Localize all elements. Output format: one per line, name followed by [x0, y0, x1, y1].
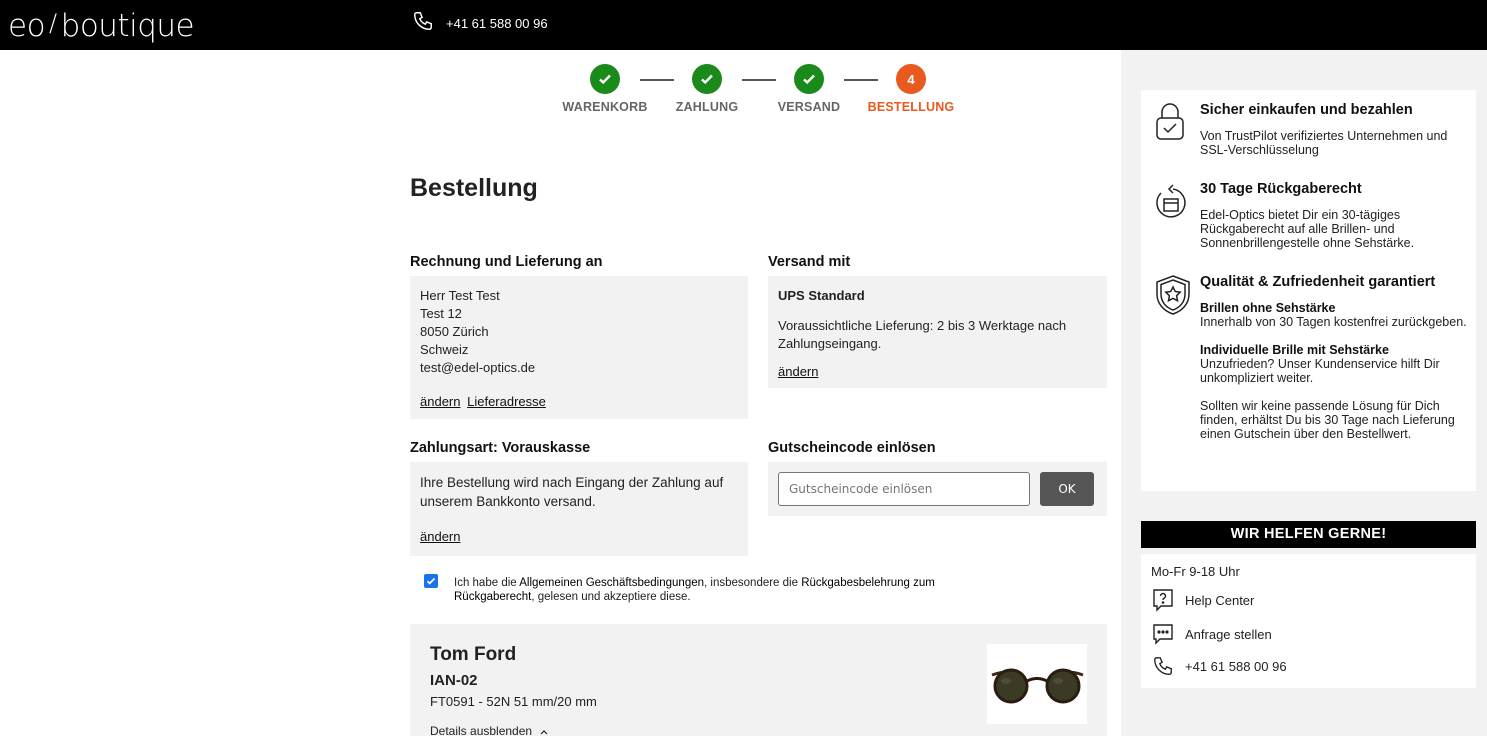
- payment-box: Ihre Bestellung wird nach Eingang der Za…: [410, 462, 748, 556]
- billing-title: Rechnung und Lieferung an: [410, 254, 603, 270]
- address-line: Schweiz: [420, 342, 469, 357]
- header-phone[interactable]: +41 61 588 00 96: [412, 10, 548, 37]
- question-bubble-icon: [1151, 588, 1175, 612]
- secure-title: Sicher einkaufen und bezahlen: [1200, 102, 1413, 118]
- secure-text: Von TrustPilot verifiziertes Unternehmen…: [1200, 129, 1448, 157]
- q1-text: Innerhalb von 30 Tagen kostenfrei zurück…: [1200, 315, 1467, 329]
- payment-text: Ihre Bestellung wird nach Eingang der Za…: [420, 475, 724, 509]
- help-card: Mo-Fr 9-18 Uhr Help Center Anfrage stell…: [1141, 554, 1476, 688]
- return-text: Edel-Optics bietet Dir ein 30-tägiges Rü…: [1200, 208, 1415, 250]
- sunglasses-icon: [991, 668, 1084, 704]
- logo-text: boutique: [60, 8, 195, 44]
- shipping-method: UPS Standard: [778, 288, 865, 303]
- voucher-title: Gutscheincode einlösen: [768, 440, 936, 456]
- trust-card: Sicher einkaufen und bezahlen Von TrustP…: [1141, 90, 1476, 491]
- opening-hours: Mo-Fr 9-18 Uhr: [1151, 564, 1240, 579]
- voucher-submit-button[interactable]: OK: [1040, 472, 1094, 506]
- address-line: 8050 Zürich: [420, 324, 489, 339]
- address-line: test@edel-optics.de: [420, 360, 536, 375]
- shipping-box: UPS Standard Voraussichtliche Lieferung:…: [768, 276, 1107, 388]
- terms-text-pre: Ich habe die: [454, 577, 520, 589]
- brand-logo[interactable]: eo / boutique: [8, 5, 195, 47]
- help-header: WIR HELFEN GERNE!: [1141, 521, 1476, 548]
- return-title: 30 Tage Rückgaberecht: [1200, 181, 1362, 197]
- quality-details: Brillen ohne Sehstärke Innerhalb von 30 …: [1200, 301, 1470, 441]
- product-model: IAN-02: [430, 672, 478, 689]
- step-warenkorb[interactable]: WARENKORB: [555, 64, 655, 114]
- address-line: Herr Test Test: [420, 288, 500, 303]
- voucher-input[interactable]: [778, 472, 1030, 506]
- q1-title: Brillen ohne Sehstärke: [1200, 301, 1336, 315]
- step-label: BESTELLUNG: [867, 100, 955, 114]
- shipping-title: Versand mit: [768, 254, 851, 270]
- logo-text-prefix: eo: [8, 8, 46, 44]
- details-toggle[interactable]: Details ausblenden: [430, 724, 548, 736]
- help-center-label: Help Center: [1185, 592, 1255, 608]
- step-label: VERSAND: [777, 100, 841, 114]
- chevron-up-icon: [540, 724, 548, 736]
- shield-star-icon: [1153, 274, 1190, 316]
- check-icon: [794, 64, 824, 94]
- terms-text-mid: , insbesondere die: [704, 577, 802, 589]
- request-link[interactable]: Anfrage stellen: [1151, 622, 1272, 646]
- step-label: ZAHLUNG: [675, 100, 739, 114]
- order-product: Tom Ford IAN-02 FT0591 - 52N 51 mm/20 mm…: [410, 624, 1107, 736]
- step-bestellung: 4 BESTELLUNG: [861, 64, 961, 114]
- product-brand: Tom Ford: [430, 644, 517, 665]
- check-icon: [692, 64, 722, 94]
- payment-title: Zahlungsart: Vorauskasse: [410, 440, 591, 456]
- check-icon: [590, 64, 620, 94]
- step-number: 4: [896, 64, 926, 94]
- return-box-icon: [1153, 181, 1189, 223]
- terms-checkbox[interactable]: [424, 574, 438, 588]
- lock-icon: [1153, 102, 1189, 144]
- page-title: Bestellung: [410, 174, 538, 202]
- terms-text: Ich habe die Allgemeinen Geschäftsbeding…: [454, 576, 1014, 604]
- phone-icon: [1151, 654, 1175, 678]
- quality-title: Qualität & Zufriedenheit garantiert: [1200, 274, 1436, 290]
- product-image[interactable]: [987, 644, 1087, 724]
- q2-title: Individuelle Brille mit Sehstärke: [1200, 343, 1389, 357]
- chat-bubble-icon: [1151, 622, 1175, 646]
- help-center-link[interactable]: Help Center: [1151, 588, 1254, 612]
- help-phone-link[interactable]: +41 61 588 00 96: [1151, 654, 1287, 678]
- change-billing-link[interactable]: ändern: [420, 394, 460, 409]
- delivery-address-link[interactable]: Lieferadresse: [467, 394, 546, 409]
- help-phone-number: +41 61 588 00 96: [1185, 658, 1287, 674]
- step-versand[interactable]: VERSAND: [759, 64, 859, 114]
- header-phone-number: +41 61 588 00 96: [446, 16, 548, 31]
- billing-address-box: Herr Test Test Test 12 8050 Zürich Schwe…: [410, 276, 748, 419]
- shipping-eta: Voraussichtliche Lieferung: 2 bis 3 Werk…: [778, 318, 1067, 351]
- logo-slash: /: [49, 9, 57, 37]
- change-shipping-link[interactable]: ändern: [778, 364, 818, 379]
- step-zahlung[interactable]: ZAHLUNG: [657, 64, 757, 114]
- address-line: Test 12: [420, 306, 462, 321]
- product-variant: FT0591 - 52N 51 mm/20 mm: [430, 694, 597, 709]
- checkout-steps: WARENKORB ZAHLUNG VERSAND 4 BESTELLUNG: [560, 64, 960, 124]
- request-label: Anfrage stellen: [1185, 626, 1272, 642]
- phone-icon: [412, 10, 434, 37]
- top-header: eo / boutique +41 61 588 00 96: [0, 0, 1487, 50]
- q3-text: Sollten wir keine passende Lösung für Di…: [1200, 399, 1455, 441]
- agb-link[interactable]: Allgemeinen Geschäftsbedingungen: [519, 577, 704, 589]
- terms-text-post: , gelesen und akzeptiere diese.: [531, 591, 691, 603]
- q2-text: Unzufrieden? Unser Kundenservice hilft D…: [1200, 357, 1440, 385]
- voucher-box: OK: [768, 462, 1107, 516]
- details-toggle-label: Details ausblenden: [430, 724, 533, 736]
- change-payment-link[interactable]: ändern: [420, 529, 460, 544]
- step-label: WARENKORB: [562, 100, 648, 114]
